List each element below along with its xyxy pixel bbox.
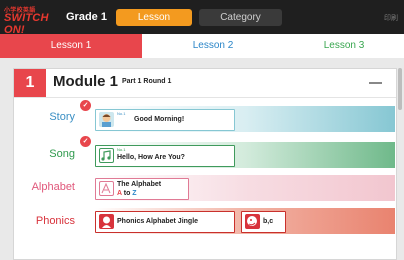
row-label-story: Story — [49, 111, 75, 123]
phonics-item-bc[interactable]: b,c — [241, 211, 286, 233]
tab-lesson-1[interactable]: Lesson 1 — [0, 34, 142, 58]
item-title: b,c — [263, 218, 274, 225]
scrollbar[interactable] — [398, 68, 402, 110]
top-bar: 小学校英語 SWITCH ON! Grade 1 Lesson Category… — [0, 0, 404, 36]
module-subtitle: Part 1 Round 1 — [122, 78, 172, 85]
divider — [14, 97, 396, 98]
module-title: Module 1 — [53, 73, 119, 90]
print-button[interactable]: 印刷 — [384, 13, 398, 23]
item-title: Hello, How Are You? — [117, 154, 185, 161]
phonics-item-jingle[interactable]: Phonics Alphabet Jingle — [95, 211, 235, 233]
alphabet-item-a-to-z[interactable]: The Alphabet A to Z — [95, 178, 189, 200]
collapse-icon[interactable] — [369, 82, 382, 84]
item-number: No.1 — [117, 147, 126, 152]
phonics-face-icon — [245, 214, 260, 229]
phonics-icon — [99, 214, 114, 229]
character-icon — [99, 112, 114, 127]
module-card: 1 Module 1 Part 1 Round 1 Story No.1 Goo… — [13, 68, 397, 260]
letter-to: to — [121, 190, 133, 197]
alphabet-bar: The Alphabet A to Z — [95, 175, 395, 201]
logo-title: SWITCH ON! — [4, 12, 49, 36]
alphabet-icon — [99, 181, 114, 196]
completed-check-icon: ✓ — [80, 100, 91, 111]
tab-lesson-3[interactable]: Lesson 3 — [284, 34, 404, 58]
story-item-good-morning[interactable]: No.1 Good Morning! — [95, 109, 235, 131]
app-logo[interactable]: 小学校英語 SWITCH ON! — [4, 5, 60, 36]
item-title: Phonics Alphabet Jingle — [117, 218, 199, 225]
item-title: Good Morning! — [134, 116, 185, 123]
grade-label: Grade 1 — [66, 11, 107, 23]
tab-category[interactable]: Category — [199, 9, 282, 26]
song-bar: No.1 Hello, How Are You? — [95, 142, 395, 168]
lesson-tabs: Lesson 1 Lesson 2 Lesson 3 — [0, 34, 404, 58]
song-item-hello[interactable]: No.1 Hello, How Are You? — [95, 145, 235, 167]
module-number: 1 — [14, 69, 46, 97]
row-label-phonics: Phonics — [35, 215, 75, 227]
letter-z: Z — [132, 190, 137, 197]
item-title: The Alphabet — [117, 181, 162, 188]
row-label-alphabet: Alphabet — [31, 181, 75, 193]
story-bar: No.1 Good Morning! — [95, 106, 395, 132]
item-subtitle: A to Z — [117, 190, 137, 197]
phonics-bar: Phonics Alphabet Jingle b,c — [95, 208, 395, 234]
completed-check-icon: ✓ — [80, 136, 91, 147]
row-label-song: Song — [49, 148, 75, 160]
tab-lesson-2[interactable]: Lesson 2 — [142, 34, 284, 58]
tab-lesson[interactable]: Lesson — [116, 9, 192, 26]
item-number: No.1 — [117, 111, 126, 116]
music-icon — [99, 148, 114, 163]
